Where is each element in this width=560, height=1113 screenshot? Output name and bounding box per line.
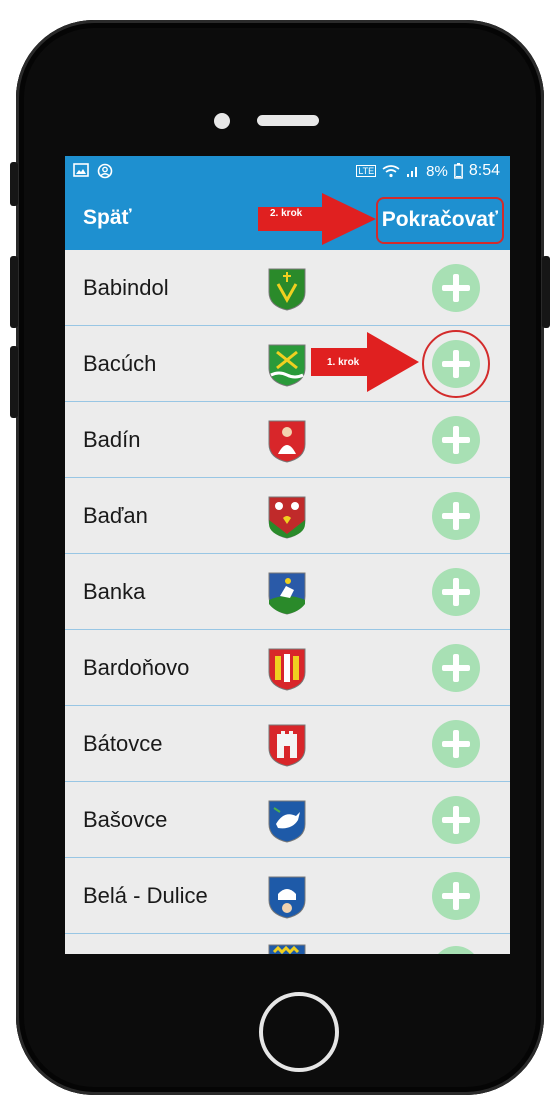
- list-item[interactable]: Babindol: [65, 250, 510, 326]
- municipality-name: Bašovce: [83, 807, 168, 832]
- step2-arrow: [258, 193, 376, 245]
- coat-of-arms-icon: [268, 800, 306, 843]
- app-toolbar: Späť 2. krok Pokračovať: [65, 188, 510, 250]
- home-button[interactable]: [259, 992, 339, 1072]
- coat-of-arms-icon: [268, 420, 306, 463]
- coat-of-arms-icon: [268, 944, 306, 954]
- list-item[interactable]: Bašovce: [65, 782, 510, 858]
- municipality-name: Badín: [83, 427, 141, 452]
- add-button[interactable]: [432, 872, 480, 920]
- step2-label: 2. krok: [270, 208, 303, 219]
- back-button[interactable]: Späť: [83, 206, 132, 230]
- coat-of-arms-icon: [268, 268, 306, 311]
- coat-of-arms-icon: [268, 344, 306, 387]
- coat-of-arms-icon: [268, 572, 306, 615]
- battery-icon: [453, 163, 463, 179]
- add-button[interactable]: [432, 492, 480, 540]
- list-item[interactable]: Bacúch 1. krok: [65, 326, 510, 402]
- add-button[interactable]: [432, 264, 480, 312]
- municipality-name: Banka: [83, 579, 146, 604]
- municipality-name: Bardoňovo: [83, 655, 190, 680]
- volume-down-button: [10, 346, 18, 418]
- network-type: LTE: [356, 165, 377, 177]
- status-left-icons: [73, 163, 113, 179]
- power-button: [542, 256, 550, 328]
- municipality-name: Bátovce: [83, 731, 163, 756]
- wifi-icon: [382, 165, 400, 178]
- municipality-name: Babindol: [83, 275, 169, 300]
- continue-button[interactable]: Pokračovať: [375, 197, 504, 244]
- list-item[interactable]: Baďan: [65, 478, 510, 554]
- step1-label: 1. krok: [327, 357, 360, 368]
- add-button[interactable]: [432, 796, 480, 844]
- municipality-name: Belá - Dulice: [83, 883, 208, 908]
- clock: 8:54: [468, 162, 500, 179]
- front-camera: [214, 113, 230, 129]
- signal-icon: [407, 167, 418, 177]
- add-button[interactable]: [432, 568, 480, 616]
- list-item[interactable]: Belá - Dulice: [65, 858, 510, 934]
- mute-switch: [10, 162, 18, 206]
- list-item-partial[interactable]: [65, 934, 510, 954]
- coat-of-arms-icon: [268, 876, 306, 919]
- list-item[interactable]: Bátovce: [65, 706, 510, 782]
- app-screen: LTE 8% 8:54 Späť 2. krok Pokračovať Babi…: [65, 156, 510, 954]
- earpiece-speaker: [257, 115, 319, 126]
- municipality-name: Bacúch: [83, 351, 157, 376]
- status-right: LTE 8% 8:54: [356, 162, 500, 180]
- image-icon: [73, 163, 89, 177]
- battery-percent: 8%: [426, 162, 448, 180]
- add-button[interactable]: [432, 644, 480, 692]
- status-bar: LTE 8% 8:54: [65, 156, 510, 188]
- list-item[interactable]: Banka: [65, 554, 510, 630]
- coat-of-arms-icon: [268, 724, 306, 767]
- list-item[interactable]: Bardoňovo: [65, 630, 510, 706]
- list-item[interactable]: Badín: [65, 402, 510, 478]
- municipality-name: Baďan: [83, 503, 148, 528]
- add-button[interactable]: [432, 720, 480, 768]
- municipality-list: Babindol Bacúch 1. krok Badín Baďan Bank…: [65, 250, 510, 954]
- add-button-highlight: [422, 330, 490, 398]
- volume-up-button: [10, 256, 18, 328]
- account-circle-icon: [97, 163, 113, 179]
- coat-of-arms-icon: [268, 496, 306, 539]
- add-button[interactable]: [432, 946, 480, 954]
- coat-of-arms-icon: [268, 648, 306, 691]
- add-button[interactable]: [432, 416, 480, 464]
